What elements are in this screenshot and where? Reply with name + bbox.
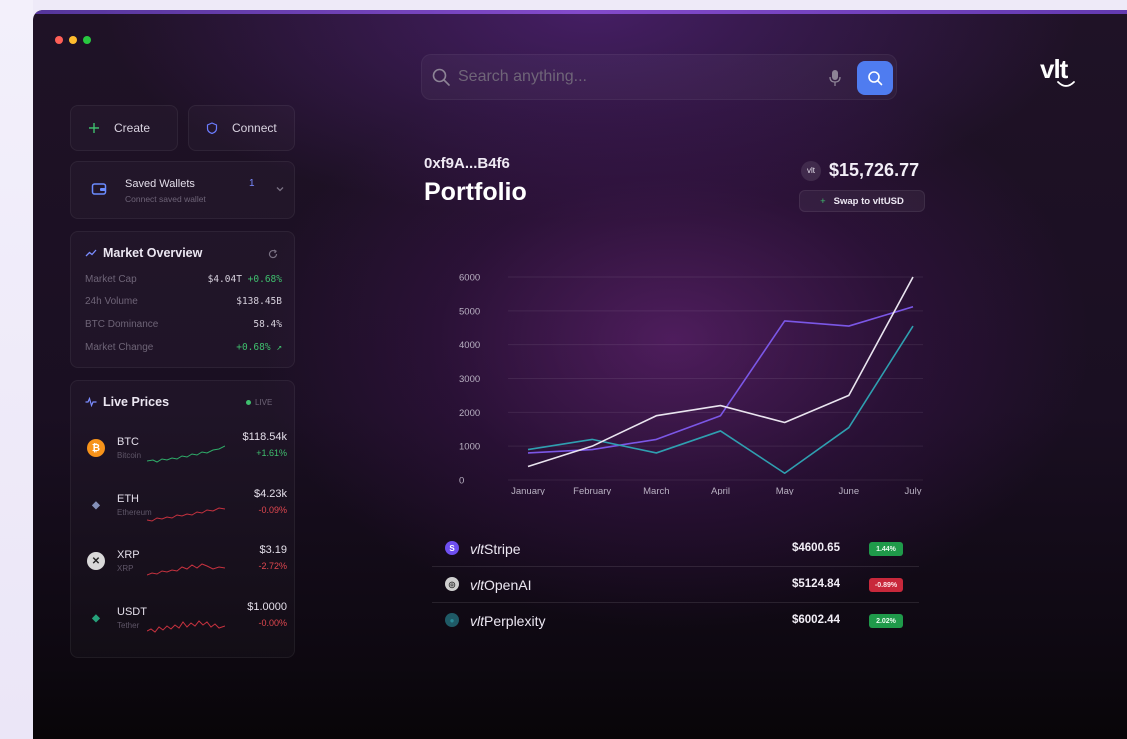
series-line-3 — [527, 276, 914, 468]
market-overview-title: Market Overview — [85, 246, 202, 260]
openai-icon: ◎ — [445, 577, 459, 591]
x-tick-label: March — [643, 486, 669, 495]
live-dot-icon — [246, 400, 251, 405]
pulse-icon — [85, 397, 97, 407]
stripe-icon: S — [445, 541, 459, 555]
window-controls — [55, 36, 91, 44]
swap-label: Swap to vltUSD — [833, 195, 904, 207]
y-tick-label: 6000 — [459, 273, 480, 284]
xrp-sparkline — [147, 563, 225, 576]
portfolio-balance: vlt $15,726.77 — [801, 160, 919, 181]
holding-change-badge: 2.02% — [869, 614, 903, 628]
btc-sparkline — [147, 445, 225, 463]
holding-price: $4600.65 — [792, 542, 840, 554]
price-row-eth[interactable]: ◆ ETH Ethereum $4.23k -0.09% — [87, 488, 287, 528]
refresh-icon[interactable] — [268, 249, 278, 259]
search-button[interactable] — [857, 61, 893, 95]
bitcoin-icon: ₿ — [87, 439, 105, 457]
market-row-market-cap: Market Cap $4.04T +0.68% — [85, 274, 282, 285]
y-tick-label: 1000 — [459, 442, 480, 453]
x-tick-label: January — [511, 486, 545, 495]
app-window: vlt Create Connect Saved Wallets 1 Conne… — [33, 10, 1127, 739]
holdings-list: S vltStripe $4600.65 1.44% ◎ vltOpenAI $… — [432, 531, 919, 639]
create-button[interactable]: Create — [70, 105, 178, 151]
series-line-2 — [527, 325, 914, 475]
holding-price: $5124.84 — [792, 578, 840, 590]
tether-icon: ◆ — [92, 612, 100, 624]
y-tick-label: 2000 — [459, 408, 480, 419]
holding-row-perplexity[interactable]: ● vltPerplexity $6002.44 2.02% — [432, 603, 919, 639]
y-tick-label: 0 — [459, 476, 464, 487]
close-window-button[interactable] — [55, 36, 63, 44]
holding-name: vltStripe — [470, 541, 521, 557]
saved-wallets-title: Saved Wallets — [125, 178, 195, 190]
search-bar — [421, 54, 897, 100]
swap-button[interactable]: + Swap to vltUSD — [799, 190, 925, 212]
plus-icon — [89, 123, 99, 133]
maximize-window-button[interactable] — [83, 36, 91, 44]
live-prices-card: Live Prices LIVE ₿ BTC Bitcoin $118.54k … — [70, 380, 295, 658]
search-input[interactable] — [458, 65, 798, 89]
eth-sparkline — [147, 507, 225, 522]
balance-value: $15,726.77 — [829, 160, 920, 180]
y-tick-label: 5000 — [459, 306, 480, 317]
vlt-token-icon: vlt — [801, 160, 821, 181]
x-tick-label: February — [573, 486, 611, 495]
holding-price: $6002.44 — [792, 614, 840, 626]
x-tick-label: May — [776, 486, 794, 495]
microphone-icon[interactable] — [828, 69, 842, 87]
connect-label: Connect — [232, 121, 277, 135]
create-label: Create — [114, 121, 151, 135]
shield-icon — [206, 122, 218, 134]
price-row-btc[interactable]: ₿ BTC Bitcoin $118.54k +1.61% — [87, 431, 287, 471]
x-tick-label: July — [905, 486, 922, 495]
x-tick-label: April — [711, 486, 730, 495]
x-tick-label: June — [839, 486, 860, 495]
holding-row-stripe[interactable]: S vltStripe $4600.65 1.44% — [432, 531, 919, 567]
search-icon — [432, 68, 450, 86]
holding-row-openai[interactable]: ◎ vltOpenAI $5124.84 -0.89% — [432, 567, 919, 603]
price-row-xrp[interactable]: ✕ XRP XRP $3.19 -2.72% — [87, 544, 287, 584]
background-strip — [0, 0, 33, 739]
market-overview-card: Market Overview Market Cap $4.04T +0.68%… — [70, 231, 295, 368]
usdt-sparkline — [147, 620, 225, 633]
market-row-volume: 24h Volume $138.45B — [85, 296, 282, 307]
holding-change-badge: -0.89% — [869, 578, 903, 592]
live-prices-title: Live Prices — [85, 395, 169, 409]
market-row-btc-dominance: BTC Dominance 58.4% — [85, 319, 282, 330]
perplexity-icon: ● — [445, 613, 459, 627]
price-row-usdt[interactable]: ◆ USDT Tether $1.0000 -0.00% — [87, 601, 287, 641]
connect-button[interactable]: Connect — [188, 105, 295, 151]
saved-wallets-dropdown[interactable]: Saved Wallets 1 Connect saved wallet — [70, 161, 295, 219]
holding-name: vltPerplexity — [470, 613, 546, 629]
plus-icon: + — [820, 195, 826, 207]
search-icon — [868, 71, 883, 86]
saved-wallets-subtitle: Connect saved wallet — [125, 194, 206, 204]
y-tick-label: 3000 — [459, 374, 480, 385]
minimize-window-button[interactable] — [69, 36, 77, 44]
vlt-logo[interactable]: vlt — [1036, 52, 1096, 92]
xrp-icon: ✕ — [87, 552, 105, 570]
trend-up-icon — [85, 249, 97, 257]
market-row-market-change: Market Change +0.68% ↗ — [85, 342, 282, 353]
wallet-address[interactable]: 0xf9A...B4f6 — [424, 155, 510, 172]
saved-wallets-count: 1 — [249, 178, 255, 189]
wallet-icon — [91, 183, 107, 195]
chevron-down-icon — [276, 187, 284, 192]
holding-change-badge: 1.44% — [869, 542, 903, 556]
ethereum-icon: ◆ — [92, 499, 100, 511]
svg-text:vlt: vlt — [1040, 54, 1069, 84]
page-title: Portfolio — [424, 178, 527, 206]
live-badge: LIVE — [246, 398, 272, 407]
y-tick-label: 4000 — [459, 340, 480, 351]
portfolio-chart: 0 1000 2000 3000 4000 5000 6000 January February… — [459, 273, 923, 495]
holding-name: vltOpenAI — [470, 577, 532, 593]
